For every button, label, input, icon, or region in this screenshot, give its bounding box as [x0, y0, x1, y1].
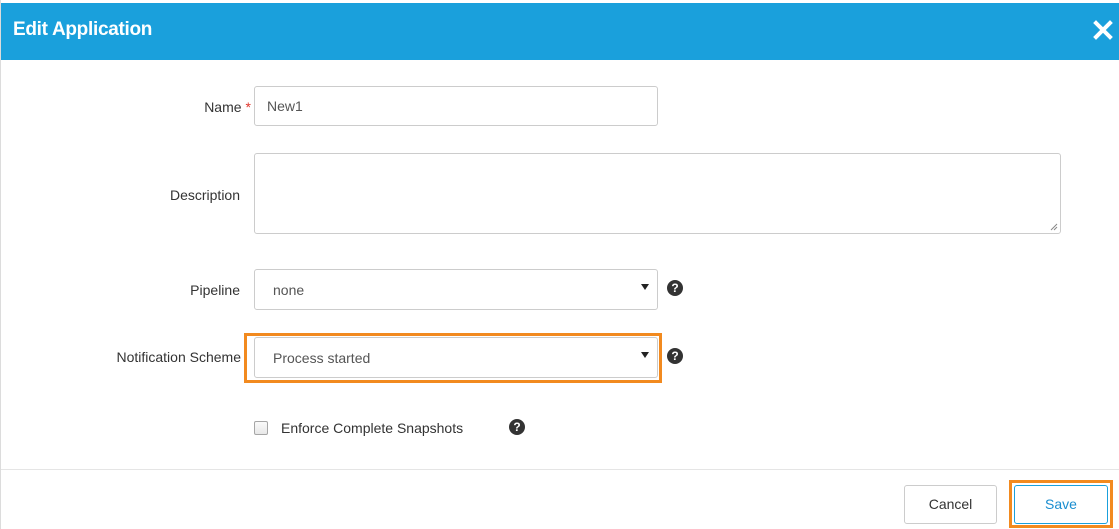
pipeline-selected-value: none [273, 282, 305, 298]
description-textarea[interactable] [254, 153, 1061, 234]
question-circle-icon[interactable]: ? [667, 348, 683, 364]
pipeline-select[interactable]: none [254, 269, 658, 310]
required-marker: * [245, 99, 251, 115]
notification-scheme-selected-value: Process started [273, 350, 371, 366]
enforce-complete-snapshots-checkbox[interactable] [254, 421, 268, 435]
name-label-text: Name [204, 99, 242, 115]
name-input[interactable] [254, 86, 658, 126]
cancel-button[interactable]: Cancel [904, 485, 997, 524]
dialog-title: Edit Application [13, 19, 153, 40]
edit-application-dialog: Edit Application Name* Description Pipel… [0, 0, 1119, 529]
resize-grip-icon[interactable] [1050, 223, 1058, 231]
chevron-down-icon [641, 352, 649, 358]
notification-scheme-label: Notification Scheme [116, 349, 241, 365]
save-button[interactable]: Save [1014, 485, 1108, 524]
pipeline-label: Pipeline [190, 282, 240, 298]
question-circle-icon[interactable]: ? [667, 280, 683, 296]
description-label: Description [169, 187, 240, 203]
notification-scheme-select[interactable]: Process started [254, 337, 658, 378]
question-circle-icon[interactable]: ? [509, 419, 525, 435]
enforce-complete-snapshots-label: Enforce Complete Snapshots [281, 420, 464, 436]
dialog-header: Edit Application [1, 3, 1119, 60]
name-label: Name * [101, 99, 251, 115]
close-icon[interactable] [1090, 17, 1116, 43]
footer-divider [1, 469, 1119, 470]
chevron-down-icon [641, 284, 649, 290]
